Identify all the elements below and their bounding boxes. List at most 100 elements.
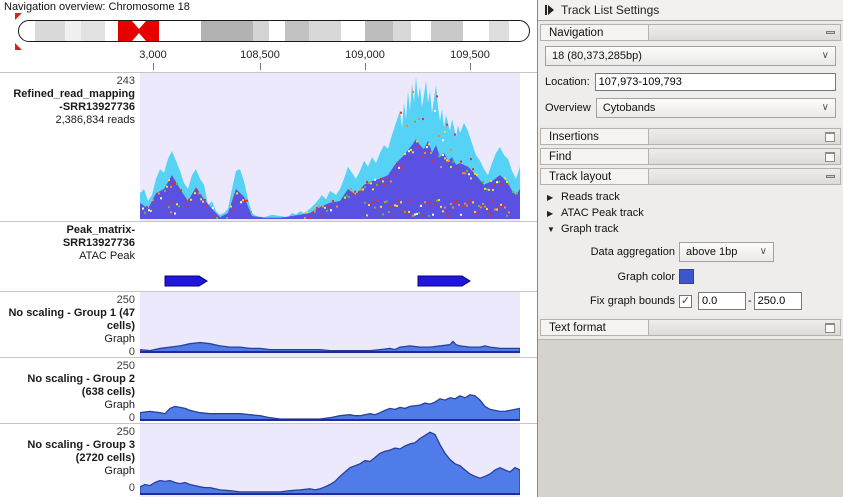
overview-select-value: Cytobands bbox=[602, 102, 656, 114]
overview-select[interactable]: Cytobands ∨ bbox=[595, 98, 836, 118]
track-max-value: 250 bbox=[116, 294, 135, 306]
track-min-value: 0 bbox=[128, 482, 135, 494]
chevron-down-icon: ∨ bbox=[821, 50, 829, 61]
section-insertions-label: Insertions bbox=[549, 130, 599, 143]
track-list-view: Navigation overview: Chromosome 18 3,000… bbox=[0, 0, 537, 497]
view-position-marker-bottom-icon bbox=[15, 43, 22, 50]
atac-peak-track-label: ATAC Peak track bbox=[561, 207, 644, 219]
genome-browser-window: Navigation overview: Chromosome 18 3,000… bbox=[0, 0, 843, 497]
track-read-mapping-labels: 243 Refined_read_mapping -SRR13927736 2,… bbox=[0, 73, 140, 221]
track-subtitle: ATAC Peak bbox=[79, 250, 135, 262]
bounds-min-input[interactable] bbox=[698, 292, 746, 310]
section-find[interactable]: Find bbox=[540, 148, 841, 165]
popout-window-icon[interactable] bbox=[825, 152, 835, 162]
track-atac-peaks-labels: Peak_matrix- SRR13927736 ATAC Peak bbox=[0, 222, 140, 291]
bounds-dash: - bbox=[748, 295, 752, 307]
track-name: No scaling - Group 3 bbox=[27, 439, 135, 451]
section-track-layout[interactable]: Track layout bbox=[540, 168, 841, 185]
navigation-section-content: 18 (80,373,285bp) ∨ Location: Overview C… bbox=[538, 41, 843, 125]
track-name: SRR13927736 bbox=[62, 237, 135, 249]
position-ruler: 3,000 108,500 109,000 109,500 bbox=[139, 49, 520, 72]
fix-graph-bounds-label: Fix graph bounds bbox=[590, 295, 675, 307]
ruler-tick-mark bbox=[470, 63, 471, 70]
tracks-container: 243 Refined_read_mapping -SRR13927736 2,… bbox=[0, 72, 537, 497]
data-aggregation-select[interactable]: above 1bp ∨ bbox=[679, 242, 774, 262]
chromosome-select[interactable]: 18 (80,373,285bp) ∨ bbox=[545, 46, 836, 66]
disclosure-expanded-icon[interactable]: ▼ bbox=[547, 225, 555, 234]
track-max-value: 243 bbox=[116, 75, 135, 87]
panel-empty-area bbox=[538, 339, 843, 497]
track-group3: 250 No scaling - Group 3 (2720 cells) Gr… bbox=[0, 423, 537, 497]
track-subtitle: Graph bbox=[104, 399, 135, 411]
popout-window-icon[interactable] bbox=[825, 323, 835, 333]
data-aggregation-value: above 1bp bbox=[686, 246, 738, 258]
location-label: Location: bbox=[545, 76, 590, 88]
graph-color-label: Graph color bbox=[617, 270, 675, 283]
popout-window-icon[interactable] bbox=[825, 132, 835, 142]
coverage-plot[interactable] bbox=[140, 73, 520, 221]
track-atac-peaks: Peak_matrix- SRR13927736 ATAC Peak bbox=[0, 221, 537, 291]
track-name: No scaling - Group 1 (47 bbox=[8, 307, 135, 319]
section-text-format-label: Text format bbox=[549, 321, 606, 334]
reads-track-label: Reads track bbox=[561, 191, 620, 203]
location-input[interactable] bbox=[594, 73, 836, 91]
graph-color-swatch[interactable] bbox=[679, 269, 694, 284]
fix-graph-bounds-checkbox[interactable]: ✓ bbox=[679, 294, 692, 308]
group1-plot[interactable] bbox=[140, 292, 520, 357]
track-name: (2720 cells) bbox=[75, 452, 135, 464]
chromosome-ideogram[interactable] bbox=[18, 20, 530, 42]
ruler-tick-label: 109,000 bbox=[345, 49, 385, 61]
track-group1: 250 No scaling - Group 1 (47 cells) Grap… bbox=[0, 291, 537, 358]
ruler-tick-mark bbox=[260, 63, 261, 70]
collapse-section-icon[interactable] bbox=[826, 31, 835, 34]
ruler-tick-label: 109,500 bbox=[450, 49, 490, 61]
group2-plot[interactable] bbox=[140, 358, 520, 423]
track-group2-labels: 250 No scaling - Group 2 (638 cells) Gra… bbox=[0, 358, 140, 424]
graph-track-item[interactable]: ▼ Graph track bbox=[538, 221, 843, 237]
atac-peak-track-item[interactable]: ▶ ATAC Peak track bbox=[538, 205, 843, 221]
ruler-tick-mark bbox=[365, 63, 366, 70]
track-name: No scaling - Group 2 bbox=[27, 373, 135, 385]
track-subtitle: Graph bbox=[104, 333, 135, 345]
disclosure-collapsed-icon[interactable]: ▶ bbox=[547, 209, 555, 218]
bounds-max-input[interactable] bbox=[753, 292, 802, 310]
collapse-section-icon[interactable] bbox=[826, 175, 835, 178]
atac-peaks-plot[interactable] bbox=[140, 222, 520, 291]
track-name: -SRR13927736 bbox=[59, 101, 135, 113]
track-group3-labels: 250 No scaling - Group 3 (2720 cells) Gr… bbox=[0, 424, 140, 497]
graph-track-label: Graph track bbox=[561, 223, 619, 235]
settings-panel-header: Track List Settings bbox=[538, 0, 843, 21]
ruler-tick-mark bbox=[153, 63, 154, 70]
settings-panel-title: Track List Settings bbox=[561, 3, 660, 17]
navigation-overview-title: Navigation overview: Chromosome 18 bbox=[4, 1, 190, 13]
reads-track-item[interactable]: ▶ Reads track bbox=[538, 189, 843, 205]
section-navigation[interactable]: Navigation bbox=[540, 24, 841, 41]
track-list-settings-panel: Track List Settings Navigation 18 (80,37… bbox=[537, 0, 843, 497]
chromosome-select-value: 18 (80,373,285bp) bbox=[552, 50, 642, 62]
atac-peak-annotation[interactable] bbox=[164, 275, 208, 287]
track-max-value: 250 bbox=[116, 360, 135, 372]
track-name: Peak_matrix- bbox=[66, 224, 136, 236]
track-layout-content: ▶ Reads track ▶ ATAC Peak track ▼ Graph … bbox=[538, 185, 843, 316]
atac-peak-annotation[interactable] bbox=[417, 275, 471, 287]
track-group2: 250 No scaling - Group 2 (638 cells) Gra… bbox=[0, 357, 537, 424]
track-name: Refined_read_mapping bbox=[13, 88, 135, 100]
disclosure-collapsed-icon[interactable]: ▶ bbox=[547, 193, 555, 202]
overview-label: Overview bbox=[545, 102, 591, 114]
data-aggregation-label: Data aggregation bbox=[590, 246, 675, 258]
track-max-value: 250 bbox=[116, 426, 135, 438]
track-subtitle: Graph bbox=[104, 465, 135, 477]
section-text-format[interactable]: Text format bbox=[540, 319, 841, 336]
track-subtitle: 2,386,834 reads bbox=[55, 114, 135, 126]
section-track-layout-label: Track layout bbox=[549, 170, 612, 183]
chevron-down-icon: ∨ bbox=[821, 102, 829, 113]
track-group1-labels: 250 No scaling - Group 1 (47 cells) Grap… bbox=[0, 292, 140, 358]
chevron-down-icon: ∨ bbox=[759, 246, 767, 257]
panel-collapse-icon[interactable] bbox=[545, 5, 554, 15]
section-insertions[interactable]: Insertions bbox=[540, 128, 841, 145]
track-read-mapping: 243 Refined_read_mapping -SRR13927736 2,… bbox=[0, 72, 537, 221]
section-find-label: Find bbox=[549, 150, 572, 163]
track-name: (638 cells) bbox=[81, 386, 135, 398]
group3-plot[interactable] bbox=[140, 424, 520, 497]
view-position-marker-top-icon bbox=[15, 13, 22, 20]
